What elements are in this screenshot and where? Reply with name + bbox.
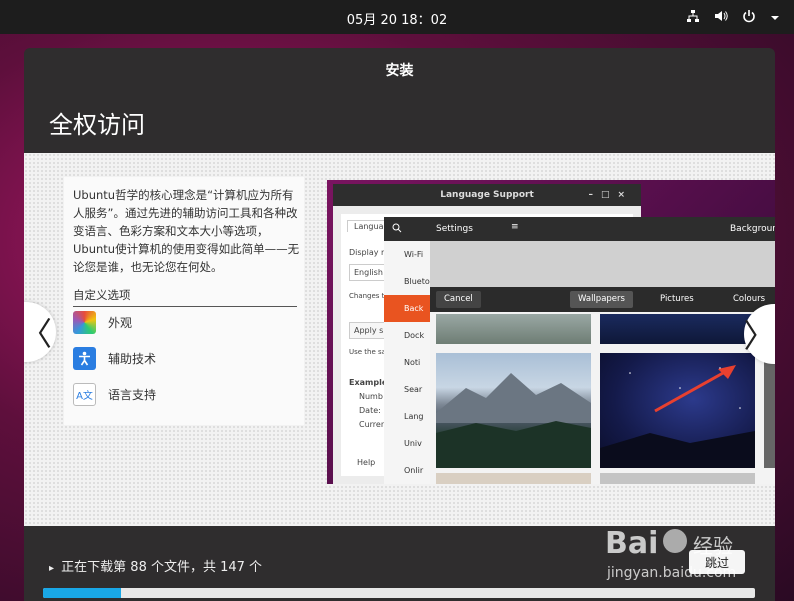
apply-button: Apply s xyxy=(349,322,389,339)
option-appearance: 外观 xyxy=(73,311,132,334)
network-icon[interactable] xyxy=(686,8,700,27)
background-dialog: Cancel Wallpapers Pictures Colours xyxy=(430,287,775,484)
wallpaper-thumbnail xyxy=(436,353,591,468)
settings-sidebar: Wi-Fi Bluetooth Back Dock Noti Sear Lang… xyxy=(384,241,430,484)
language-select: English ( xyxy=(349,264,389,281)
tab-wallpapers: Wallpapers xyxy=(570,291,633,308)
page-title: 全权访问 xyxy=(49,111,145,139)
display-label: Display m xyxy=(349,248,389,257)
volume-icon[interactable] xyxy=(714,8,728,27)
wallpaper-thumbnail xyxy=(764,353,775,468)
changes-text: Changes ta xyxy=(349,292,389,300)
language-icon: A文 xyxy=(73,383,96,406)
power-icon[interactable] xyxy=(742,8,756,27)
top-bar: 05月 20 18：02 xyxy=(0,0,794,34)
previous-slide-button[interactable]: 〈 xyxy=(24,302,56,362)
description-text: Ubuntu哲学的核心理念是“计算机应为所有人服务”。通过先进的辅助访问工具和各… xyxy=(73,188,300,274)
sidebar-item-online: Onlir xyxy=(404,466,424,475)
language-icon-glyphs: A文 xyxy=(76,391,93,402)
progress-bar xyxy=(43,588,755,598)
option-accessibility: 辅助技术 xyxy=(73,347,156,370)
currency-label: Curren xyxy=(359,420,386,429)
expand-arrow-icon[interactable]: ▸ xyxy=(49,563,54,574)
wallpaper-thumbnail xyxy=(600,353,755,468)
download-status[interactable]: ▸ 正在下载第 88 个文件，共 147 个 xyxy=(49,556,262,575)
custom-options-label: 自定义选项 xyxy=(73,287,297,307)
svg-text:Bai: Bai xyxy=(605,526,658,561)
option-label: 外观 xyxy=(108,316,133,330)
help-label: Help xyxy=(357,458,376,467)
settings-header: Settings ≡ Backgroun xyxy=(384,217,775,241)
next-slide-button[interactable]: 〉 xyxy=(744,304,775,364)
wallpaper-thumbnail xyxy=(436,473,591,484)
date-label: Date: xyxy=(359,406,381,415)
sidebar-item-search: Sear xyxy=(404,385,423,394)
settings-title: Settings xyxy=(436,224,473,234)
language-window-title-text: Language Support xyxy=(440,190,534,200)
menu-icon: ≡ xyxy=(511,222,519,232)
background-title: Backgroun xyxy=(730,224,775,234)
baidu-watermark-logo: Bai 经验 jingyan.baidu.com xyxy=(605,515,755,589)
info-panel: Ubuntu哲学的核心理念是“计算机应为所有人服务”。通过先进的辅助访问工具和各… xyxy=(64,177,304,425)
download-status-text: 正在下载第 88 个文件，共 147 个 xyxy=(61,560,263,575)
option-label: 辅助技术 xyxy=(108,352,157,366)
tab-pictures: Pictures xyxy=(660,294,694,304)
sidebar-item-notifications: Noti xyxy=(404,358,421,367)
example-label: Example xyxy=(349,378,388,387)
sidebar-item-background: Back xyxy=(384,295,430,322)
search-icon xyxy=(392,223,402,236)
svg-text:经验: 经验 xyxy=(693,534,733,558)
sidebar-item-bluetooth: Bluetooth xyxy=(404,277,430,286)
slideshow-area: Ubuntu哲学的核心理念是“计算机应为所有人服务”。通过先进的辅助访问工具和各… xyxy=(24,153,775,526)
svg-text:jingyan.baidu.com: jingyan.baidu.com xyxy=(606,565,736,581)
sidebar-item-wifi: Wi-Fi xyxy=(404,250,424,259)
sidebar-item-dock: Dock xyxy=(404,331,425,340)
cancel-button: Cancel xyxy=(436,291,481,308)
clock[interactable]: 05月 20 18：02 xyxy=(0,9,794,28)
option-label: 语言支持 xyxy=(108,388,157,402)
option-language: A文 语言支持 xyxy=(73,383,156,406)
progress-fill xyxy=(43,588,122,598)
language-window-title: Language Support –□× xyxy=(333,184,641,206)
wallpaper-thumbnail xyxy=(600,314,755,344)
sidebar-item-language: Lang xyxy=(404,412,424,421)
appearance-icon xyxy=(73,311,96,334)
window-controls-icon: –□× xyxy=(588,190,633,200)
wallpaper-thumbnail xyxy=(436,314,591,344)
background-dialog-header: Cancel Wallpapers Pictures Colours xyxy=(430,287,775,312)
preview-screenshot: Language Support –□× Languag Display m E… xyxy=(327,180,775,484)
window-title: 安装 xyxy=(385,63,414,79)
sidebar-item-universal: Univ xyxy=(404,439,422,448)
system-tray[interactable] xyxy=(686,8,780,27)
number-label: Numb xyxy=(359,392,383,401)
accessibility-icon xyxy=(73,347,96,370)
wallpaper-thumbnail xyxy=(600,473,755,484)
chevron-down-icon[interactable] xyxy=(770,8,780,27)
